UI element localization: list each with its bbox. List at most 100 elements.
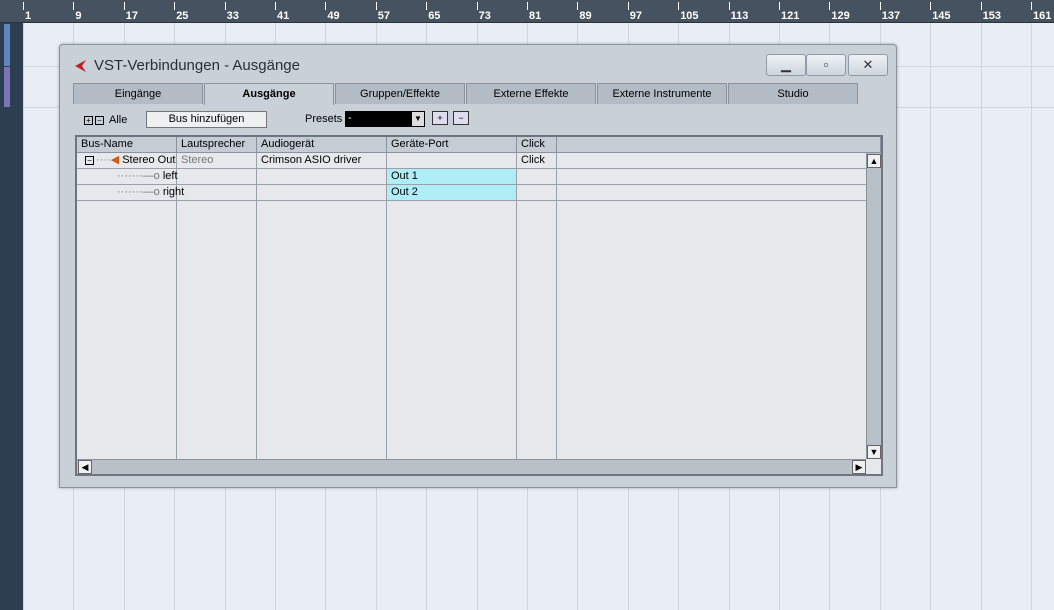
save-preset-icon[interactable]: + <box>432 111 448 125</box>
ruler-tick-label: 145 <box>932 10 951 22</box>
tab-externe-effekte[interactable]: Externe Effekte <box>466 83 596 104</box>
maximize-button[interactable]: ▫ <box>806 54 846 76</box>
speaker-cell: Stereo <box>181 154 214 166</box>
ruler-tick: 49 <box>325 2 340 22</box>
col-click[interactable]: Click <box>517 137 557 153</box>
bus-name-cell[interactable]: − ····◀ Stereo Out <box>81 153 175 168</box>
ruler-tick: 17 <box>123 2 138 22</box>
ruler-tick-label: 25 <box>176 10 189 22</box>
ruler-tick: 129 <box>829 2 850 22</box>
grid-line <box>1031 23 1032 610</box>
track-list-panel <box>0 0 23 610</box>
ruler-tick: 137 <box>879 2 900 22</box>
ruler-tick-label: 113 <box>730 10 749 22</box>
ruler-tick-label: 65 <box>428 10 441 22</box>
vst-connections-dialog: VST-Verbindungen - Ausgänge ▁ ▫ ✕ Eingän… <box>59 44 897 488</box>
scroll-down-icon[interactable]: ▼ <box>867 445 881 459</box>
delete-preset-icon[interactable]: − <box>453 111 469 125</box>
tab-gruppen-effekte[interactable]: Gruppen/Effekte <box>335 83 465 104</box>
ruler-tick: 25 <box>174 2 188 22</box>
presets-select[interactable]: - ▼ <box>345 111 425 127</box>
track-color <box>4 24 10 66</box>
grid-line <box>930 23 932 610</box>
ruler-tick: 9 <box>73 2 82 22</box>
bus-name-cell[interactable]: ·······—o left <box>113 169 178 184</box>
ruler-tick-label: 121 <box>781 10 800 22</box>
ruler-tick: 113 <box>728 2 748 22</box>
collapse-all-icon[interactable]: − <box>95 115 104 125</box>
ruler-tick-label: 153 <box>982 10 1001 22</box>
track-color <box>4 67 10 107</box>
expand-all-icon[interactable]: + <box>84 115 93 125</box>
collapse-icon[interactable]: − <box>85 156 94 165</box>
close-button[interactable]: ✕ <box>848 54 888 76</box>
speaker-icon: ◀ <box>110 154 120 166</box>
ruler-tick: 65 <box>426 2 440 22</box>
bus-name-cell[interactable]: ·······—o right <box>113 185 184 200</box>
scroll-left-icon[interactable]: ◀ <box>78 460 92 474</box>
ruler-tick-label: 49 <box>327 10 340 22</box>
ruler-tick-label: 73 <box>478 10 491 22</box>
timeline-ruler[interactable]: 1 9 17 25 33 41 49 57 65 73 81 89 97 105 113 121 129 137 1… <box>0 0 1054 23</box>
table-row[interactable]: ·······—o right Out 2 <box>77 185 866 201</box>
table-row[interactable]: − ····◀ Stereo Out Stereo Crimson ASIO dr… <box>77 153 866 169</box>
ruler-tick: 145 <box>930 2 951 22</box>
title-text: VST-Verbindungen - Ausgänge <box>94 57 300 74</box>
ruler-tick: 33 <box>224 2 239 22</box>
scroll-right-icon[interactable]: ▶ <box>852 460 866 474</box>
col-bus-name[interactable]: Bus-Name <box>77 137 177 153</box>
ruler-tick: 81 <box>527 2 541 22</box>
port-cell[interactable]: Out 2 <box>387 185 516 200</box>
ruler-tick-label: 105 <box>680 10 699 22</box>
ruler-tick: 73 <box>476 2 491 22</box>
cubase-logo-icon <box>75 59 86 72</box>
ruler-tick: 41 <box>275 2 289 22</box>
tab-eingaenge[interactable]: Eingänge <box>73 83 203 104</box>
table-row[interactable]: ·······—o left Out 1 <box>77 169 866 185</box>
ruler-tick-label: 97 <box>629 10 643 22</box>
ruler-tick-label: 81 <box>529 10 542 22</box>
horizontal-scrollbar[interactable]: ◀ ▶ <box>77 459 866 474</box>
device-cell[interactable]: Crimson ASIO driver <box>257 153 361 168</box>
ruler-tick-label: 41 <box>277 10 290 22</box>
ruler-tick-label: 57 <box>377 10 391 22</box>
tab-bar: Eingänge Ausgänge Gruppen/Effekte Extern… <box>73 83 859 105</box>
connector-icon: ·······—o <box>117 186 160 198</box>
ruler-tick: 57 <box>375 2 390 22</box>
col-audiogeraet[interactable]: Audiogerät <box>257 137 387 153</box>
ruler-tick-label: 33 <box>226 10 239 22</box>
dialog-title: VST-Verbindungen - Ausgänge <box>72 57 300 74</box>
ruler-tick: 97 <box>627 2 642 22</box>
ruler-tick-label: 89 <box>579 10 592 22</box>
ruler-tick-label: 137 <box>881 10 901 22</box>
ruler-tick-label: 129 <box>831 10 850 22</box>
click-cell[interactable]: Click <box>517 153 545 168</box>
col-lautsprecher[interactable]: Lautsprecher <box>177 137 257 153</box>
port-cell[interactable] <box>387 153 516 168</box>
col-empty <box>557 137 881 153</box>
minimize-button[interactable]: ▁ <box>766 54 806 76</box>
grid-line <box>23 23 24 610</box>
presets-label: Presets <box>305 113 343 125</box>
ruler-tick: 105 <box>678 2 699 22</box>
tab-ausgaenge[interactable]: Ausgänge <box>204 83 334 105</box>
grid-line <box>980 23 982 610</box>
add-bus-button[interactable]: Bus hinzufügen <box>146 111 267 128</box>
scroll-up-icon[interactable]: ▲ <box>867 154 881 168</box>
bus-table: Bus-Name Lautsprecher Audiogerät Geräte-… <box>75 135 883 476</box>
vertical-scrollbar[interactable]: ▲ ▼ <box>866 153 881 459</box>
ruler-tick-label: 17 <box>125 10 139 22</box>
chevron-down-icon: ▼ <box>412 112 424 126</box>
tab-externe-instrumente[interactable]: Externe Instrumente <box>597 83 727 104</box>
ruler-tick: 121 <box>779 2 799 22</box>
ruler-tick-label: 161 <box>1033 10 1052 22</box>
presets-value: - <box>348 112 352 124</box>
ruler-tick-label: 9 <box>75 10 82 22</box>
col-geraete-port[interactable]: Geräte-Port <box>387 137 517 153</box>
connector-icon: ·······—o <box>117 170 160 182</box>
ruler-tick: 1 <box>23 2 31 22</box>
port-cell[interactable]: Out 1 <box>387 169 516 184</box>
all-label: Alle <box>109 114 128 126</box>
tab-studio[interactable]: Studio <box>728 83 858 104</box>
ruler-tick: 153 <box>980 2 1001 22</box>
